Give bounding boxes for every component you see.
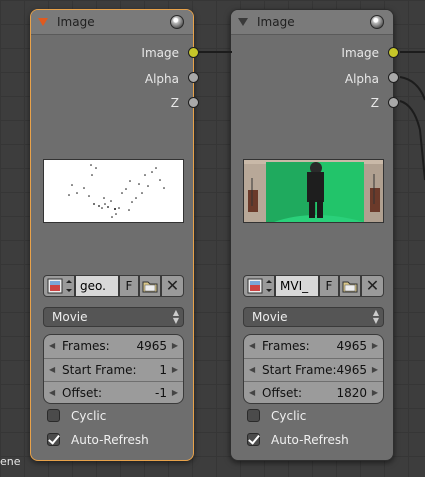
start-frame-label: Start Frame: bbox=[62, 363, 137, 377]
node-header[interactable]: Image bbox=[231, 10, 393, 35]
start-frame-label: Start Frame: bbox=[262, 363, 337, 377]
auto-refresh-label: Auto-Refresh bbox=[271, 433, 349, 447]
decrement-arrow-icon[interactable]: ◀ bbox=[49, 359, 55, 381]
output-label-image: Image bbox=[141, 46, 179, 60]
start-frame-value: 4965 bbox=[336, 363, 367, 377]
open-image-button[interactable] bbox=[139, 275, 161, 297]
image-picture-icon bbox=[47, 278, 72, 294]
increment-arrow-icon[interactable]: ▶ bbox=[172, 359, 178, 381]
increment-arrow-icon[interactable]: ▶ bbox=[372, 359, 378, 381]
folder-icon bbox=[142, 281, 158, 293]
link-wire bbox=[399, 100, 425, 181]
increment-arrow-icon[interactable]: ▶ bbox=[172, 335, 178, 357]
decrement-arrow-icon[interactable]: ◀ bbox=[249, 359, 255, 381]
decrement-arrow-icon[interactable]: ◀ bbox=[249, 335, 255, 357]
clipped-editor-text: ene bbox=[0, 455, 21, 468]
offset-field[interactable]: ◀ Offset: 1820 ▶ bbox=[244, 381, 383, 403]
image-selector-row: MVI_ F ✕ bbox=[243, 275, 384, 297]
frame-fields: ◀ Frames: 4965 ▶ ◀ Start Frame: 4965 ▶ ◀… bbox=[243, 334, 384, 404]
frames-label: Frames: bbox=[262, 339, 310, 353]
output-socket-image[interactable] bbox=[388, 47, 399, 58]
decrement-arrow-icon[interactable]: ◀ bbox=[49, 335, 55, 357]
preview-toggle-icon[interactable] bbox=[170, 15, 184, 29]
image-picture-icon bbox=[247, 278, 272, 294]
source-value: Movie bbox=[52, 310, 88, 324]
increment-arrow-icon[interactable]: ▶ bbox=[172, 382, 178, 403]
source-dropdown[interactable]: Movie ▲ ▼ bbox=[43, 307, 184, 327]
close-icon: ✕ bbox=[365, 276, 380, 295]
decrement-arrow-icon[interactable]: ◀ bbox=[249, 382, 255, 403]
offset-field[interactable]: ◀ Offset: -1 ▶ bbox=[44, 381, 183, 403]
image-node-1[interactable]: Image Image Alpha Z geo. F ✕ Movie ▲ ▼ ◀… bbox=[30, 9, 199, 461]
unlink-image-button[interactable]: ✕ bbox=[361, 275, 384, 297]
output-label-alpha: Alpha bbox=[344, 72, 379, 86]
output-label-image: Image bbox=[341, 46, 379, 60]
offset-value: -1 bbox=[155, 386, 167, 400]
auto-refresh-checkbox[interactable] bbox=[47, 433, 60, 446]
auto-refresh-checkbox[interactable] bbox=[247, 433, 260, 446]
output-socket-z[interactable] bbox=[388, 97, 399, 108]
fake-user-button[interactable]: F bbox=[319, 275, 339, 297]
output-label-alpha: Alpha bbox=[144, 72, 179, 86]
collapse-arrow-icon[interactable] bbox=[38, 18, 48, 26]
offset-value: 1820 bbox=[336, 386, 367, 400]
image-name-field[interactable]: geo. bbox=[75, 275, 119, 297]
frames-value: 4965 bbox=[136, 339, 167, 353]
frame-fields: ◀ Frames: 4965 ▶ ◀ Start Frame: 1 ▶ ◀ Of… bbox=[43, 334, 184, 404]
increment-arrow-icon[interactable]: ▶ bbox=[372, 335, 378, 357]
fake-user-button[interactable]: F bbox=[119, 275, 139, 297]
preview-toggle-icon[interactable] bbox=[370, 15, 384, 29]
green-screen-preview bbox=[244, 160, 383, 222]
output-socket-alpha[interactable] bbox=[388, 72, 399, 83]
start-frame-field[interactable]: ◀ Start Frame: 1 ▶ bbox=[44, 358, 183, 381]
close-icon: ✕ bbox=[165, 276, 180, 295]
output-label-z: Z bbox=[170, 96, 179, 110]
image-preview bbox=[43, 159, 184, 223]
browse-image-button[interactable] bbox=[243, 275, 275, 297]
source-dropdown[interactable]: Movie ▲ ▼ bbox=[243, 307, 384, 327]
image-name-field[interactable]: MVI_ bbox=[275, 275, 319, 297]
offset-label: Offset: bbox=[262, 386, 303, 400]
decrement-arrow-icon[interactable]: ◀ bbox=[49, 382, 55, 403]
source-value: Movie bbox=[252, 310, 288, 324]
image-preview bbox=[243, 159, 384, 223]
open-image-button[interactable] bbox=[339, 275, 361, 297]
updown-arrows-icon: ▲ ▼ bbox=[372, 308, 379, 325]
start-frame-field[interactable]: ◀ Start Frame: 4965 ▶ bbox=[244, 358, 383, 381]
frames-value: 4965 bbox=[336, 339, 367, 353]
browse-image-button[interactable] bbox=[43, 275, 75, 297]
image-selector-row: geo. F ✕ bbox=[43, 275, 184, 297]
link-wire bbox=[399, 76, 425, 101]
preview-dots bbox=[68, 164, 165, 218]
output-socket-image[interactable] bbox=[188, 47, 199, 58]
node-title: Image bbox=[257, 15, 295, 29]
output-socket-z[interactable] bbox=[188, 97, 199, 108]
folder-icon bbox=[342, 281, 358, 293]
cyclic-checkbox[interactable] bbox=[247, 409, 260, 422]
auto-refresh-label: Auto-Refresh bbox=[71, 433, 149, 447]
cyclic-checkbox[interactable] bbox=[47, 409, 60, 422]
node-header[interactable]: Image bbox=[31, 10, 193, 35]
output-socket-alpha[interactable] bbox=[188, 72, 199, 83]
start-frame-value: 1 bbox=[159, 363, 167, 377]
unlink-image-button[interactable]: ✕ bbox=[161, 275, 184, 297]
frames-label: Frames: bbox=[62, 339, 110, 353]
cyclic-label: Cyclic bbox=[271, 409, 307, 423]
increment-arrow-icon[interactable]: ▶ bbox=[372, 382, 378, 403]
image-node-2[interactable]: Image Image Alpha Z MVI_ F ✕ Movie ▲ ▼ ◀… bbox=[230, 9, 399, 461]
frames-field[interactable]: ◀ Frames: 4965 ▶ bbox=[44, 335, 183, 357]
output-label-z: Z bbox=[370, 96, 379, 110]
collapse-arrow-icon[interactable] bbox=[238, 18, 248, 26]
cyclic-label: Cyclic bbox=[71, 409, 107, 423]
node-title: Image bbox=[57, 15, 95, 29]
offset-label: Offset: bbox=[62, 386, 103, 400]
updown-arrows-icon: ▲ ▼ bbox=[172, 308, 179, 325]
frames-field[interactable]: ◀ Frames: 4965 ▶ bbox=[244, 335, 383, 357]
